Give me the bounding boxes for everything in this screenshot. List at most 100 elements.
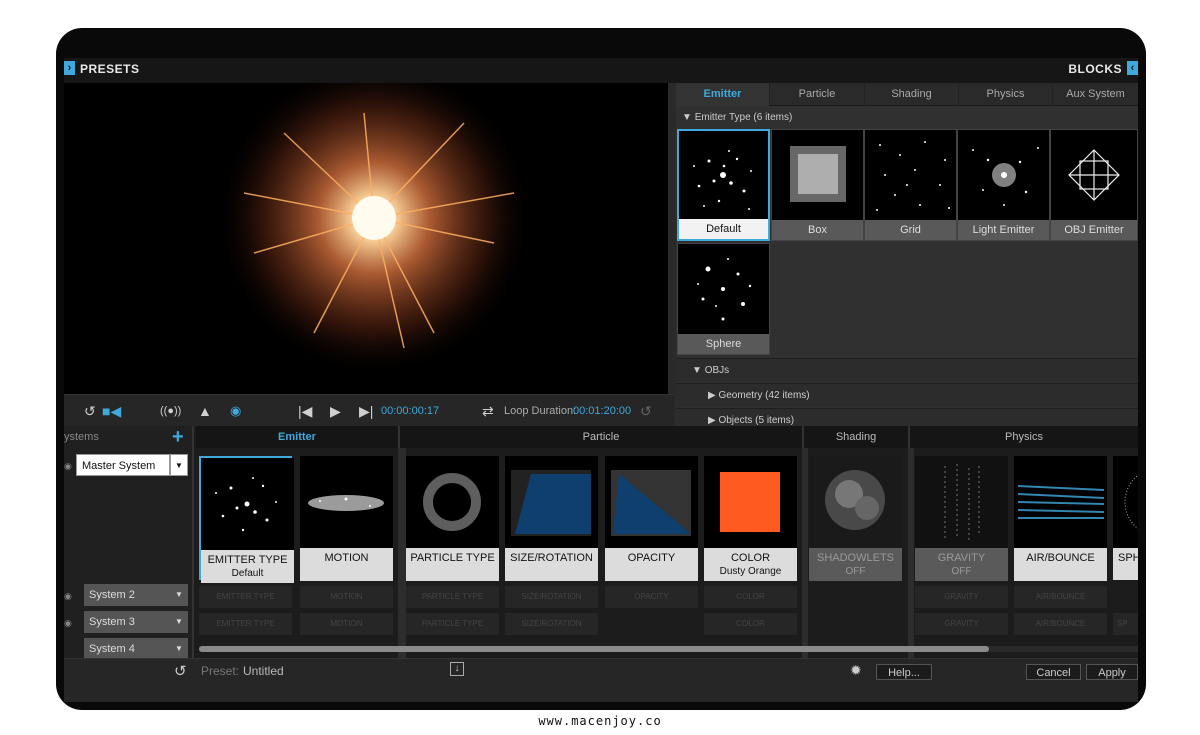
system-3-select[interactable]: System 3 <box>84 611 170 633</box>
presets-title[interactable]: PRESETS <box>80 62 140 76</box>
block-value: Default <box>231 568 264 579</box>
tab-particle[interactable]: Particle <box>770 83 865 106</box>
section-physics: Physics <box>910 426 1138 448</box>
tile-grid-label: Grid <box>865 220 956 240</box>
ghost-slot: OPACITY <box>605 586 698 608</box>
block-title: COLOR <box>730 552 771 564</box>
dropdown-arrow-icon[interactable]: ▼ <box>170 454 188 476</box>
ghost-slot: PARTICLE TYPE <box>406 613 499 635</box>
preset-name[interactable]: Untitled <box>243 664 284 678</box>
block-size-rotation[interactable]: SIZE/ROTATION <box>505 456 598 581</box>
section-divider <box>398 448 406 658</box>
dropdown-arrow-icon[interactable]: ▼ <box>170 638 188 658</box>
section-particle: Particle <box>400 426 804 448</box>
emitter-type-thumb <box>201 458 294 551</box>
blocks-toggle-icon[interactable]: ‹ <box>1127 61 1138 75</box>
air-bounce-thumb <box>1014 456 1107 549</box>
systems-list: ystems + ◉ Master System ▼ ◉ System 2 ▼ … <box>64 426 194 658</box>
section-emitter: Emitter <box>196 426 400 448</box>
scrollbar-thumb[interactable] <box>199 646 989 652</box>
ghost-slot: PARTICLE TYPE <box>406 586 499 608</box>
system-visibility-icon[interactable]: ◉ <box>64 591 72 602</box>
tab-emitter[interactable]: Emitter <box>676 83 770 106</box>
color-swatch <box>720 472 780 532</box>
skip-back-icon[interactable]: |◀ <box>298 403 312 419</box>
tile-light-emitter[interactable]: Light Emitter <box>957 129 1050 241</box>
audio-icon[interactable]: ((●)) <box>160 403 181 419</box>
system-4-select[interactable]: System 4 <box>84 638 170 658</box>
tile-box[interactable]: Box <box>771 129 864 241</box>
play-icon[interactable]: ▶ <box>330 403 341 419</box>
tile-sphere[interactable]: Sphere <box>677 243 770 355</box>
viewer-divider[interactable] <box>668 83 676 426</box>
cancel-button[interactable]: Cancel <box>1026 664 1081 680</box>
block-color[interactable]: COLOR Dusty Orange <box>704 456 797 581</box>
block-air-bounce[interactable]: AIR/BOUNCE <box>1014 456 1107 581</box>
visibility-eye-icon[interactable]: ◉ <box>230 403 241 419</box>
skip-forward-icon[interactable]: ▶| <box>359 403 373 419</box>
reset-icon[interactable]: ↺ <box>84 403 96 419</box>
emitter-type-group[interactable]: ▼ Emitter Type (6 items) <box>682 112 792 123</box>
objs-group[interactable]: ▼ OBJs <box>676 358 1138 382</box>
block-particle-type[interactable]: PARTICLE TYPE <box>406 456 499 581</box>
ghost-slot: COLOR <box>704 613 797 635</box>
tile-default-label: Default <box>679 219 768 239</box>
block-label: SHADOWLETS OFF <box>809 548 902 581</box>
tile-default[interactable]: Default <box>677 129 770 241</box>
systems-header: ystems <box>64 431 99 443</box>
apply-button[interactable]: Apply <box>1086 664 1138 680</box>
dropdown-arrow-icon[interactable]: ▼ <box>170 611 188 633</box>
dropdown-arrow-icon[interactable]: ▼ <box>170 584 188 606</box>
grid-emitter-thumb <box>876 141 950 211</box>
ghost-slot: EMITTER TYPE <box>199 586 292 608</box>
tile-obj-emitter[interactable]: OBJ Emitter <box>1050 129 1138 241</box>
system-2-select[interactable]: System 2 <box>84 584 170 606</box>
loop-reset-icon[interactable]: ↺ <box>640 403 652 419</box>
preview-viewport[interactable] <box>64 83 668 394</box>
master-system-select[interactable]: Master System <box>76 454 170 476</box>
reset-systems-icon[interactable]: ↺ <box>174 662 187 680</box>
opacity-thumb <box>605 456 698 549</box>
motion-path-icon[interactable]: ▲ <box>198 403 212 419</box>
blocks-title[interactable]: BLOCKS <box>1068 62 1122 76</box>
block-emitter-type[interactable]: EMITTER TYPE Default <box>199 456 294 583</box>
tab-physics[interactable]: Physics <box>959 83 1053 106</box>
block-gravity[interactable]: GRAVITY OFF <box>915 456 1008 581</box>
tab-aux-system[interactable]: Aux System <box>1053 83 1138 106</box>
help-button[interactable]: Help... <box>876 664 932 680</box>
tab-shading[interactable]: Shading <box>865 83 959 106</box>
save-preset-icon[interactable]: ↓ <box>450 662 464 676</box>
collapse-arrow-icon: ▶ <box>708 415 719 426</box>
ghost-slot: SIZE/ROTATION <box>505 586 598 608</box>
sphere-emitter-thumb <box>697 258 752 321</box>
ghost-slot: SIZE/ROTATION <box>505 613 598 635</box>
tile-grid[interactable]: Grid <box>864 129 957 241</box>
geometry-label: Geometry (42 items) <box>718 390 810 401</box>
block-shadowlets[interactable]: SHADOWLETS OFF <box>809 456 902 581</box>
settings-gear-icon[interactable]: ✹ <box>850 662 862 679</box>
system-visibility-icon[interactable]: ◉ <box>64 618 72 629</box>
geometry-group[interactable]: ▶ Geometry (42 items) <box>676 383 1138 407</box>
particle-app: › PRESETS BLOCKS ‹ ↺ ■◀ ((●)) ▲ ◉ |◀ ▶ ▶… <box>64 58 1138 702</box>
loop-duration-value[interactable]: 00:01:20:00 <box>573 403 631 419</box>
transport-bar: ↺ ■◀ ((●)) ▲ ◉ |◀ ▶ ▶| 00:00:00:17 ⇄ Loo… <box>64 394 674 426</box>
horizontal-scrollbar[interactable] <box>199 646 1138 652</box>
ghost-slot: GRAVITY <box>915 613 1008 635</box>
presets-toggle-icon[interactable]: › <box>64 61 75 75</box>
block-opacity[interactable]: OPACITY <box>605 456 698 581</box>
particle-type-thumb <box>406 456 499 549</box>
ghost-slot: GRAVITY <box>915 586 1008 608</box>
loop-icon[interactable]: ⇄ <box>482 403 494 419</box>
block-motion[interactable]: MOTION <box>300 456 393 581</box>
objects-label: Objects (5 items) <box>718 415 795 426</box>
ghost-slot: AIR/BOUNCE <box>1014 586 1107 608</box>
ghost-slot: COLOR <box>704 586 797 608</box>
ghost-slot: SP <box>1113 613 1138 635</box>
block-sph[interactable]: SPH <box>1113 456 1138 580</box>
add-system-icon[interactable]: + <box>172 426 184 449</box>
shadowlets-thumb <box>809 456 902 549</box>
camera-icon[interactable]: ■◀ <box>102 403 121 419</box>
obj-emitter-thumb <box>1068 149 1120 201</box>
ghost-slot: EMITTER TYPE <box>199 613 292 635</box>
system-visibility-icon[interactable]: ◉ <box>64 461 72 472</box>
